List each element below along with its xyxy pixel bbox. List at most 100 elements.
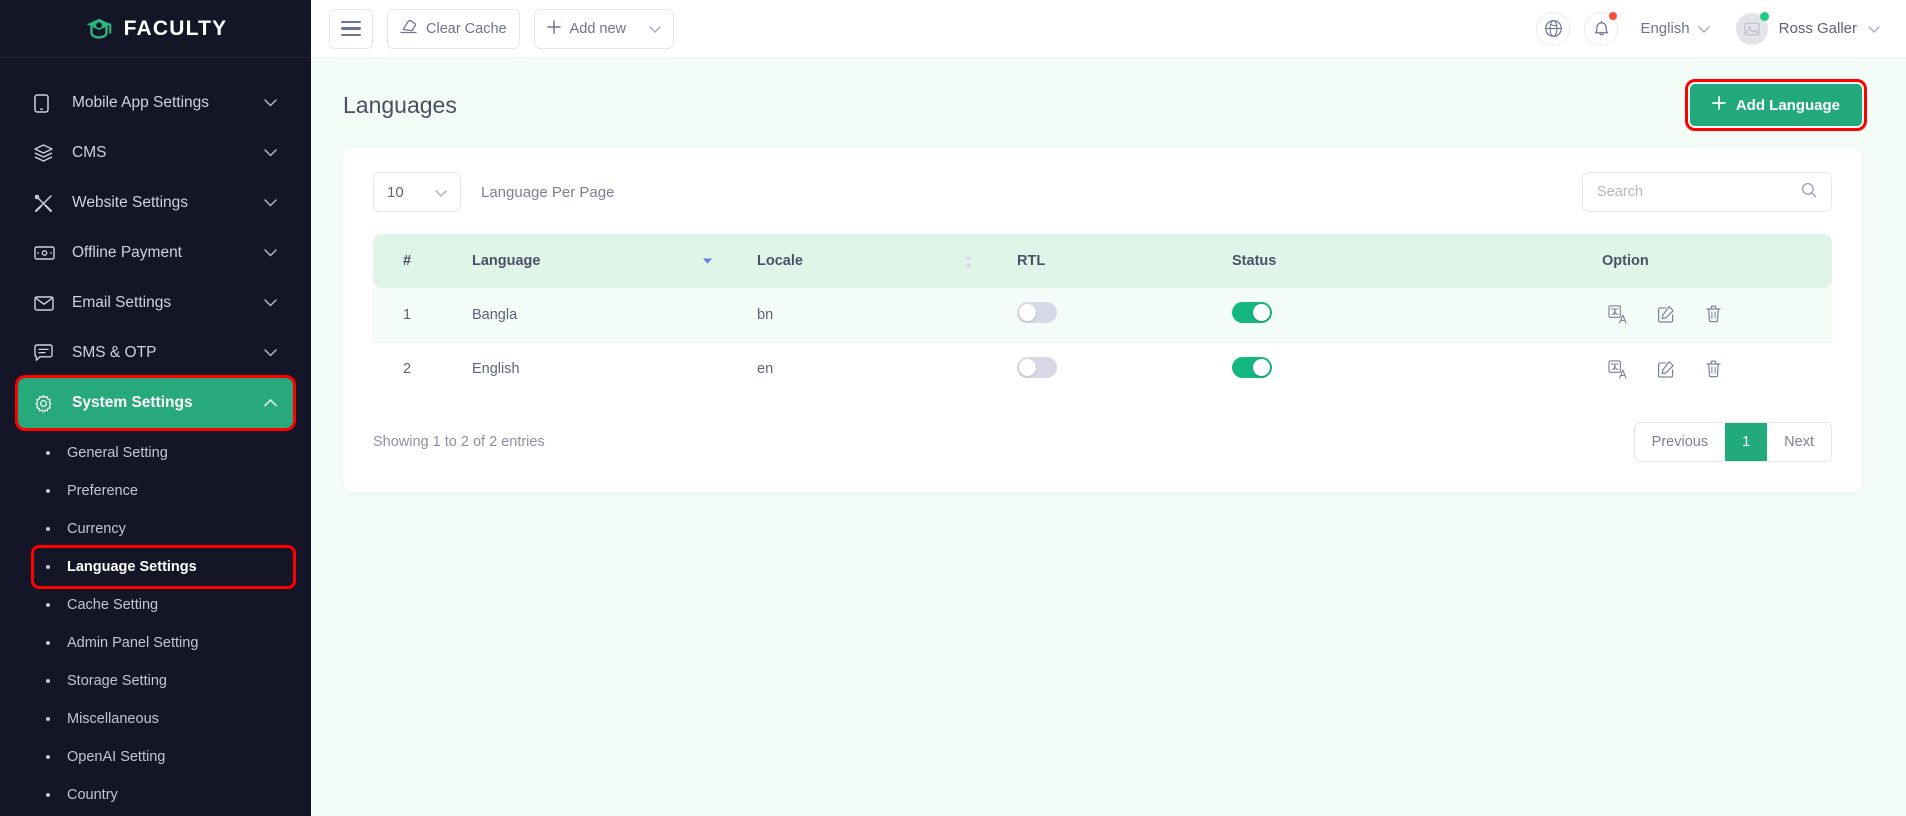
sidebar-item-sms-otp[interactable]: SMS & OTP (18, 328, 293, 378)
sidebar-item-label: Email Settings (72, 294, 172, 311)
chat-icon (34, 344, 58, 362)
sidebar-subitem-admin-panel-setting[interactable]: Admin Panel Setting (34, 624, 293, 662)
sidebar-item-offline-payment[interactable]: Offline Payment (18, 228, 293, 278)
cell-language: Bangla (458, 288, 743, 343)
language-selector[interactable]: English (1640, 20, 1710, 37)
user-menu[interactable]: Ross Galler (1735, 11, 1880, 45)
sidebar-item-system-settings[interactable]: System Settings (15, 375, 296, 431)
sidebar-subitem-general-setting[interactable]: General Setting (34, 434, 293, 472)
sidebar-subitem-label: Miscellaneous (67, 711, 159, 727)
add-language-button[interactable]: Add Language (1684, 79, 1868, 131)
search-box[interactable] (1582, 172, 1832, 212)
delete-icon[interactable] (1705, 305, 1722, 324)
per-page-select[interactable]: 10 (373, 172, 461, 212)
sidebar-item-email-settings[interactable]: Email Settings (18, 278, 293, 328)
table-row: 1 Bangla bn (373, 288, 1832, 343)
brand-logo[interactable]: FACULTY (0, 0, 311, 58)
status-toggle[interactable] (1232, 356, 1272, 378)
pagination: Previous 1 Next (1633, 422, 1832, 462)
translate-icon[interactable] (1608, 360, 1627, 379)
rtl-toggle[interactable] (1017, 356, 1057, 378)
column-header-status: Status (1218, 234, 1588, 288)
bullet-icon (46, 793, 50, 797)
sort-neutral-icon[interactable] (964, 254, 989, 269)
pagination-previous[interactable]: Previous (1634, 423, 1726, 461)
per-page-label: Language Per Page (481, 183, 615, 201)
notification-bell-icon[interactable] (1584, 11, 1619, 46)
add-new-button[interactable]: Add new (533, 8, 675, 49)
sidebar-subitem-country[interactable]: Country (34, 776, 293, 814)
sidebar-subitem-label: Currency (67, 521, 126, 537)
plus-icon (546, 19, 561, 38)
search-icon (1801, 182, 1817, 203)
sidebar-subitem-preference[interactable]: Preference (34, 472, 293, 510)
toggle-knob (1019, 358, 1036, 376)
rtl-toggle[interactable] (1017, 302, 1057, 324)
user-name: Ross Galler (1778, 20, 1857, 37)
sidebar-subitem-label: Cache Setting (67, 597, 159, 613)
table-header-row: # Language Locale RTL Status Option (373, 234, 1832, 288)
translate-icon[interactable] (1608, 305, 1627, 324)
sidebar-subitem-miscellaneous[interactable]: Miscellaneous (34, 700, 293, 738)
search-input[interactable] (1597, 184, 1801, 200)
cell-num: 2 (403, 361, 412, 378)
column-label: Option (1602, 253, 1649, 269)
sidebar-item-label: Offline Payment (72, 244, 182, 261)
column-header-language[interactable]: Language (458, 234, 743, 288)
avatar (1735, 11, 1769, 45)
sidebar-subitem-label: OpenAI Setting (67, 749, 166, 765)
table-controls: 10 Language Per Page (373, 172, 1832, 212)
sidebar-toggle-button[interactable] (329, 8, 373, 49)
column-header-rtl: RTL (1003, 234, 1218, 288)
chevron-down-icon (264, 99, 277, 107)
sidebar-subitem-language-settings[interactable]: Language Settings (31, 545, 296, 589)
globe-icon[interactable] (1536, 11, 1571, 46)
sidebar-item-cms[interactable]: CMS (18, 128, 293, 178)
sidebar-item-label: Website Settings (72, 194, 189, 211)
gear-icon (34, 394, 58, 413)
bullet-icon (46, 565, 50, 569)
chevron-up-icon (264, 399, 277, 407)
bullet-icon (46, 717, 50, 721)
per-page-value: 10 (387, 183, 404, 201)
sidebar-subitem-cache-setting[interactable]: Cache Setting (34, 586, 293, 624)
hamburger-line (341, 20, 361, 24)
table-row: 2 English en (373, 342, 1832, 396)
entries-summary: Showing 1 to 2 of 2 entries (373, 434, 545, 450)
delete-icon[interactable] (1705, 360, 1722, 379)
language-selector-label: English (1640, 20, 1690, 37)
bullet-icon (46, 603, 50, 607)
edit-icon[interactable] (1657, 305, 1675, 324)
chevron-down-icon (264, 299, 277, 307)
pagination-next[interactable]: Next (1767, 423, 1831, 461)
toggle-knob (1253, 358, 1270, 376)
column-label: RTL (1017, 253, 1046, 269)
sidebar-subitem-openai-setting[interactable]: OpenAI Setting (34, 738, 293, 776)
sidebar-item-mobile-app-settings[interactable]: Mobile App Settings (18, 78, 293, 128)
cell-num: 1 (373, 288, 458, 343)
chevron-down-icon (264, 149, 277, 157)
bullet-icon (46, 641, 50, 645)
clear-cache-button[interactable]: Clear Cache (387, 8, 520, 49)
sidebar-item-label: System Settings (72, 394, 193, 411)
edit-icon[interactable] (1657, 360, 1675, 379)
status-toggle[interactable] (1232, 302, 1272, 324)
column-header-locale[interactable]: Locale (743, 234, 1003, 288)
topbar: Clear Cache Add new English Ross Galler (311, 0, 1906, 58)
chevron-down-icon (649, 21, 661, 37)
sort-desc-icon[interactable] (702, 257, 729, 265)
sidebar-subitem-storage-setting[interactable]: Storage Setting (34, 662, 293, 700)
envelope-icon (34, 295, 58, 311)
column-label: # (403, 253, 412, 269)
sidebar-subitem-currency[interactable]: Currency (34, 510, 293, 548)
eraser-icon (400, 19, 417, 38)
sidebar-item-website-settings[interactable]: Website Settings (18, 178, 293, 228)
sidebar-subitem-label: Language Settings (67, 559, 197, 575)
graduation-cap-icon (84, 14, 114, 44)
tools-icon (34, 194, 58, 213)
table-body: 1 Bangla bn 2 English en (373, 288, 1832, 396)
pagination-page-1[interactable]: 1 (1725, 423, 1768, 461)
table-header: # Language Locale RTL Status Option (373, 234, 1832, 288)
sidebar-item-label: SMS & OTP (72, 344, 157, 361)
sidebar: FACULTY Mobile App Settings CMS Website … (0, 0, 311, 816)
